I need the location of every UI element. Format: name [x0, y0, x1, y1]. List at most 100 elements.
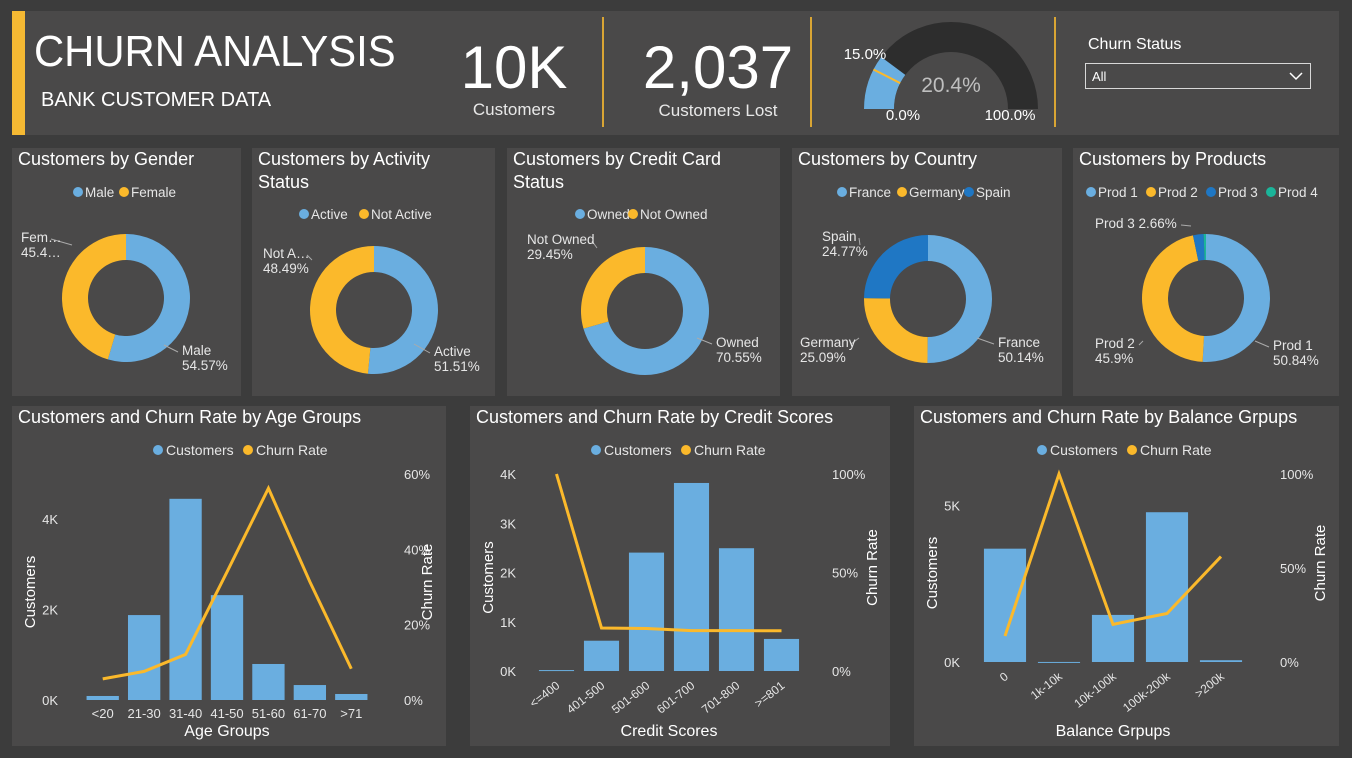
legend-label: Customers	[1050, 442, 1118, 458]
legend-marker	[681, 445, 691, 455]
activity-chart-panel: Customers by Activity Status Active Not A…	[252, 148, 495, 396]
customers-bar	[763, 638, 800, 671]
customers-bar	[983, 548, 1027, 662]
x-tick-label: 501-600	[609, 678, 653, 716]
divider	[1054, 17, 1056, 127]
kpi-lost-value: 2,037	[642, 34, 794, 101]
customers-bar	[673, 482, 710, 671]
y2-tick-label: 100%	[832, 467, 866, 482]
x-axis-title: Balance Grpups	[1056, 723, 1171, 740]
balance-groups-chart-panel: Customers and Churn Rate by Balance Grpu…	[914, 406, 1339, 746]
x-tick-label: >200k	[1192, 669, 1227, 701]
data-label-value: 25.09%	[800, 350, 846, 365]
legend-marker	[837, 187, 847, 197]
gender-donut-chart: Male FemaleMale54.57%Fem…45.4…	[21, 185, 228, 373]
x-tick-label: 601-700	[654, 678, 698, 716]
leader-line	[1138, 340, 1144, 346]
customers-bar	[1145, 512, 1189, 662]
y-tick-label: 0K	[500, 664, 516, 679]
y-tick-label: 0K	[42, 693, 58, 708]
customers-bar	[628, 552, 665, 671]
data-label-name: Active	[434, 344, 471, 359]
y-tick-label: 0K	[944, 655, 960, 670]
legend-marker	[575, 209, 585, 219]
y-tick-label: 2K	[500, 566, 516, 581]
x-tick-label: 0	[997, 669, 1011, 684]
y-tick-label: 5K	[944, 498, 960, 513]
legend-label: Customers	[604, 442, 672, 458]
churn-rate-line	[1003, 469, 1223, 637]
legend-label: Germany	[909, 185, 965, 200]
customers-bar	[252, 663, 285, 700]
credit-card-chart-panel: Customers by Credit Card Status Owned Not…	[507, 148, 780, 396]
data-label-value: 29.45%	[527, 247, 573, 262]
data-label-value: 45.9%	[1095, 351, 1133, 366]
legend-marker	[1206, 187, 1216, 197]
age-groups-combo-chart: Customers Churn Rate0K2K4K0%20%40%60%<20 2…	[22, 442, 436, 740]
gender-chart-panel: Customers by Gender Male Female Male 54.57%…	[12, 148, 241, 396]
x-tick-label: 51-60	[252, 706, 285, 721]
y2-axis-title: Churn Rate	[419, 544, 436, 621]
header-panel: CHURN ANALYSIS BANK CUSTOMER DATA 10K Cu…	[12, 11, 1339, 135]
leader-line	[976, 337, 995, 345]
y2-tick-label: 100%	[1280, 467, 1314, 482]
y-tick-label: 2K	[42, 603, 58, 618]
legend-label: Churn Rate	[256, 442, 328, 458]
legend-label: Churn Rate	[694, 442, 766, 458]
y2-tick-label: 0%	[832, 664, 851, 679]
credit-scores-chart-panel: Customers and Churn Rate by Credit Score…	[470, 406, 890, 746]
donut-slice	[864, 298, 928, 363]
gauge-min-label: 0.0%	[886, 107, 920, 124]
legend-label: Prod 2	[1158, 185, 1198, 200]
data-label-name: Not Owned	[527, 232, 595, 247]
data-label-name: Male	[182, 343, 211, 358]
dashboard-subtitle: BANK CUSTOMER DATA	[41, 89, 272, 111]
y-tick-label: 3K	[500, 516, 516, 531]
legend-label: Churn Rate	[1140, 442, 1212, 458]
credit-scores-combo-chart: Customers Churn Rate 0K 1K 2K 3K 4K 0% 50% 100% <=…	[480, 442, 881, 740]
x-tick-label: 61-70	[293, 706, 326, 721]
data-label-name: Owned	[716, 335, 759, 350]
customers-bar	[718, 548, 755, 671]
x-tick-label: <20	[92, 706, 114, 721]
y-axis-title: Customers	[924, 537, 941, 610]
y2-tick-label: 0%	[1280, 655, 1299, 670]
data-label-name: Spain	[822, 229, 857, 244]
churn-status-label: Churn Status	[1088, 36, 1182, 53]
y2-axis-title: Churn Rate	[864, 529, 881, 606]
x-axis-title: Age Groups	[184, 723, 269, 740]
customers-bar	[169, 498, 202, 700]
legend-marker	[964, 187, 974, 197]
legend-label: Owned	[587, 207, 630, 222]
legend-marker	[1146, 187, 1156, 197]
y2-tick-label: 50%	[832, 566, 858, 581]
legend-label: Prod 1	[1098, 185, 1138, 200]
data-label-name: France	[998, 335, 1040, 350]
churn-status-dropdown[interactable]: All	[1085, 63, 1311, 89]
legend-marker	[299, 209, 309, 219]
churn-status-selected: All	[1092, 69, 1107, 84]
credit-card-donut-chart: Owned Not OwnedOwned70.55%Not Owned29.45%	[527, 207, 762, 375]
products-donut-chart: Prod 1 Prod 2 Prod 3 Prod 4Prod 150.84%Prod…	[1086, 185, 1319, 368]
dashboard-title: CHURN ANALYSIS	[34, 27, 396, 76]
country-chart-panel: Customers by Country France Germany Spain F…	[792, 148, 1062, 396]
donut-slice	[581, 247, 645, 329]
customers-bar	[1199, 660, 1243, 662]
customers-bar	[210, 595, 244, 700]
data-label-name: Fem…	[21, 230, 62, 245]
donut-slice	[309, 246, 374, 374]
accent-bar	[12, 11, 25, 135]
legend-label: Prod 3	[1218, 185, 1258, 200]
legend-marker	[591, 445, 601, 455]
legend-marker	[119, 187, 129, 197]
data-label-name: Germany	[800, 335, 856, 350]
customers-bar	[538, 670, 575, 672]
kpi-customers-label: Customers	[472, 100, 556, 119]
y2-axis-title: Churn Rate	[1312, 525, 1329, 602]
leader-line	[1254, 340, 1270, 348]
data-label-name: Prod 3 2.66%	[1095, 216, 1177, 231]
data-label-value: 50.84%	[1273, 353, 1319, 368]
y-axis-title: Customers	[22, 556, 39, 629]
legend-label: France	[849, 185, 891, 200]
kpi-customers-value: 10K	[460, 34, 568, 101]
